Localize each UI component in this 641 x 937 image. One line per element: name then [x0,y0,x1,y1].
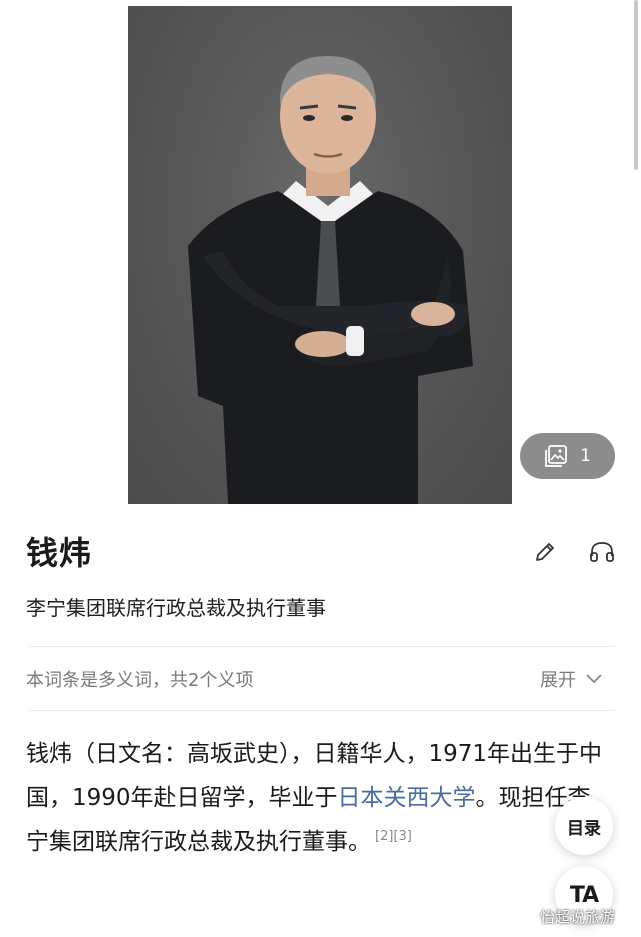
expand-button[interactable]: 展开 [540,666,602,692]
divider [26,646,615,647]
gallery-button[interactable]: 1 [520,433,615,479]
profile-photo[interactable] [128,6,512,504]
expand-label: 展开 [540,670,576,691]
chevron-down-icon [586,674,602,684]
university-link[interactable]: 日本关西大学 [338,785,476,811]
gallery-count: 1 [580,446,591,466]
toc-button[interactable]: 目录 [555,797,613,855]
pencil-icon[interactable] [533,540,557,564]
encyclopedia-page: 1 钱炜 李宁集团联席行政总裁及执行董事 本词条是多义词，共2个义项 展开 钱炜… [0,0,641,937]
scrollbar[interactable] [634,0,638,170]
page-title: 钱炜 [26,534,93,572]
entry-subtitle: 李宁集团联席行政总裁及执行董事 [26,596,326,620]
polysemy-note: 本词条是多义词，共2个义项 [26,670,254,691]
headphones-icon[interactable] [589,540,615,564]
watermark: 怡超说旅游 [540,908,616,926]
gallery-icon [545,445,567,467]
entry-summary: 钱炜（日文名：高坂武史），日籍华人，1971年出生于中国，1990年赴日留学，毕… [26,732,606,864]
divider [26,710,615,711]
reference-links[interactable]: [2][3] [375,829,412,844]
